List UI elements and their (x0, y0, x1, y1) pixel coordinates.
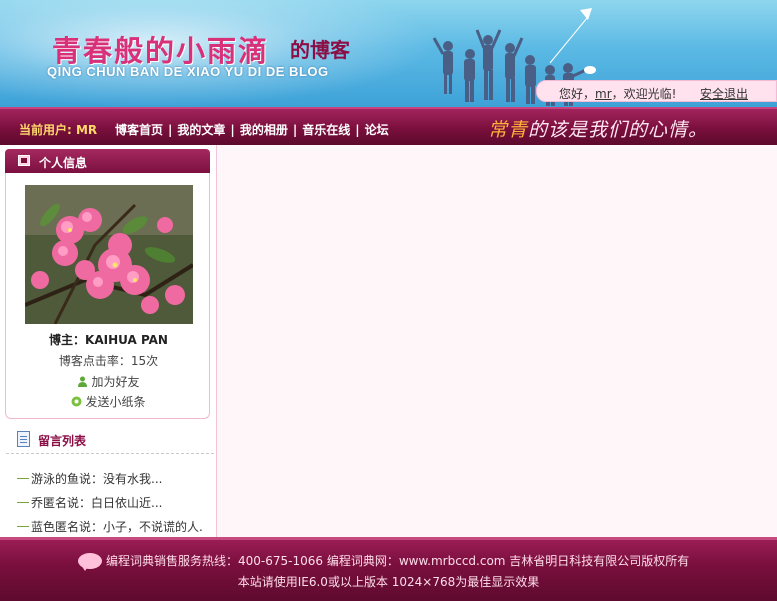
content-area: 个人信息 博主：KAIHUA PAN 博客点击率：15次 加为好友 发送小纸条 … (0, 145, 777, 537)
peach-blossom-image (25, 185, 193, 324)
message-text: 乔匿名说：白日依山近... (31, 496, 163, 510)
profile-card: 博主：KAIHUA PAN 博客点击率：15次 加为好友 发送小纸条 (5, 173, 210, 419)
footer: 编程词典销售服务热线：400-675-1066 编程词典网：www.mrbccd… (0, 537, 777, 601)
message-text: 游泳的鱼说：没有水我... (31, 472, 163, 486)
nav-link-home[interactable]: 博客首页 (115, 123, 163, 137)
greeting-box: 您好，mr，欢迎光临! 安全退出 (536, 80, 777, 102)
nav-link-album[interactable]: 我的相册 (240, 123, 288, 137)
profile-photo[interactable] (25, 185, 193, 324)
message-item[interactable]: 乔匿名说：白日依山近... (17, 494, 162, 511)
arrow-bullet-icon (17, 526, 29, 527)
profile-card-icon (18, 155, 30, 166)
blog-hit-count: 博客点击率：15次 (58, 354, 159, 368)
nav-link-forum[interactable]: 论坛 (365, 123, 389, 137)
nav-separator: | (168, 123, 173, 137)
divider (6, 453, 214, 454)
message-list-header: 留言列表 (14, 429, 214, 451)
sidebar: 个人信息 博主：KAIHUA PAN 博客点击率：15次 加为好友 发送小纸条 … (0, 145, 217, 537)
nav-links: 博客首页 | 我的文章 | 我的相册 | 音乐在线 | 论坛 (115, 121, 389, 138)
footer-contact-info: 编程词典销售服务热线：400-675-1066 编程词典网：www.mrbccd… (106, 554, 690, 568)
header-slogan: 常青的该是我们的心情。 (488, 115, 708, 142)
blog-title-suffix: 的博客 (290, 38, 350, 62)
greeting-text: 您好，mr，欢迎光临! (559, 85, 676, 102)
blogger-name: 博主：KAIHUA PAN (49, 333, 168, 347)
message-item[interactable]: 游泳的鱼说：没有水我... (17, 470, 162, 487)
message-item[interactable]: 蓝色匿名说：小子，不说谎的人. (17, 518, 203, 535)
greeting-username-link[interactable]: mr (595, 87, 612, 101)
arrow-bullet-icon (17, 478, 29, 479)
greeting-suffix: ，欢迎光临! (611, 87, 677, 101)
nav-separator: | (292, 123, 298, 137)
add-friend-button[interactable]: 加为好友 (6, 373, 211, 390)
logout-link[interactable]: 安全退出 (700, 85, 748, 102)
greeting-prefix: 您好， (559, 87, 596, 101)
document-icon (17, 431, 30, 447)
user-icon (78, 376, 88, 387)
current-user-label: 当前用户: MR (19, 123, 98, 137)
blog-title-pinyin: QING CHUN BAN DE XIAO YU DI DE BLOG (47, 64, 329, 79)
message-bubble-icon (71, 396, 82, 407)
arrow-bullet-icon (17, 502, 29, 503)
profile-panel-header: 个人信息 (5, 149, 210, 173)
send-note-label: 发送小纸条 (85, 395, 146, 409)
add-friend-label: 加为好友 (91, 375, 140, 389)
main-content-pane (217, 145, 777, 537)
header-banner: 青春般的小雨滴 的博客 QING CHUN BAN DE XIAO YU DI … (0, 0, 777, 107)
nav-link-articles[interactable]: 我的文章 (177, 123, 225, 137)
slogan-text: 的该是我们的心情。 (528, 119, 709, 141)
message-text: 蓝色匿名说：小子，不说谎的人. (31, 520, 203, 534)
nav-separator: | (230, 123, 235, 137)
nav-bar: 当前用户: MR 博客首页 | 我的文章 | 我的相册 | 音乐在线 | 论坛 常青的该是我们的… (0, 107, 777, 145)
profile-panel-title: 个人信息 (39, 156, 88, 170)
footer-browser-note: 本站请使用IE6.0或以上版本 1024×768为最佳显示效果 (237, 575, 540, 589)
speech-bubble-icon (78, 553, 102, 571)
nav-separator: | (355, 123, 360, 137)
send-note-button[interactable]: 发送小纸条 (6, 393, 211, 410)
message-list-title: 留言列表 (38, 434, 87, 448)
nav-link-music[interactable]: 音乐在线 (302, 123, 350, 137)
slogan-highlight: 常青 (488, 119, 529, 141)
